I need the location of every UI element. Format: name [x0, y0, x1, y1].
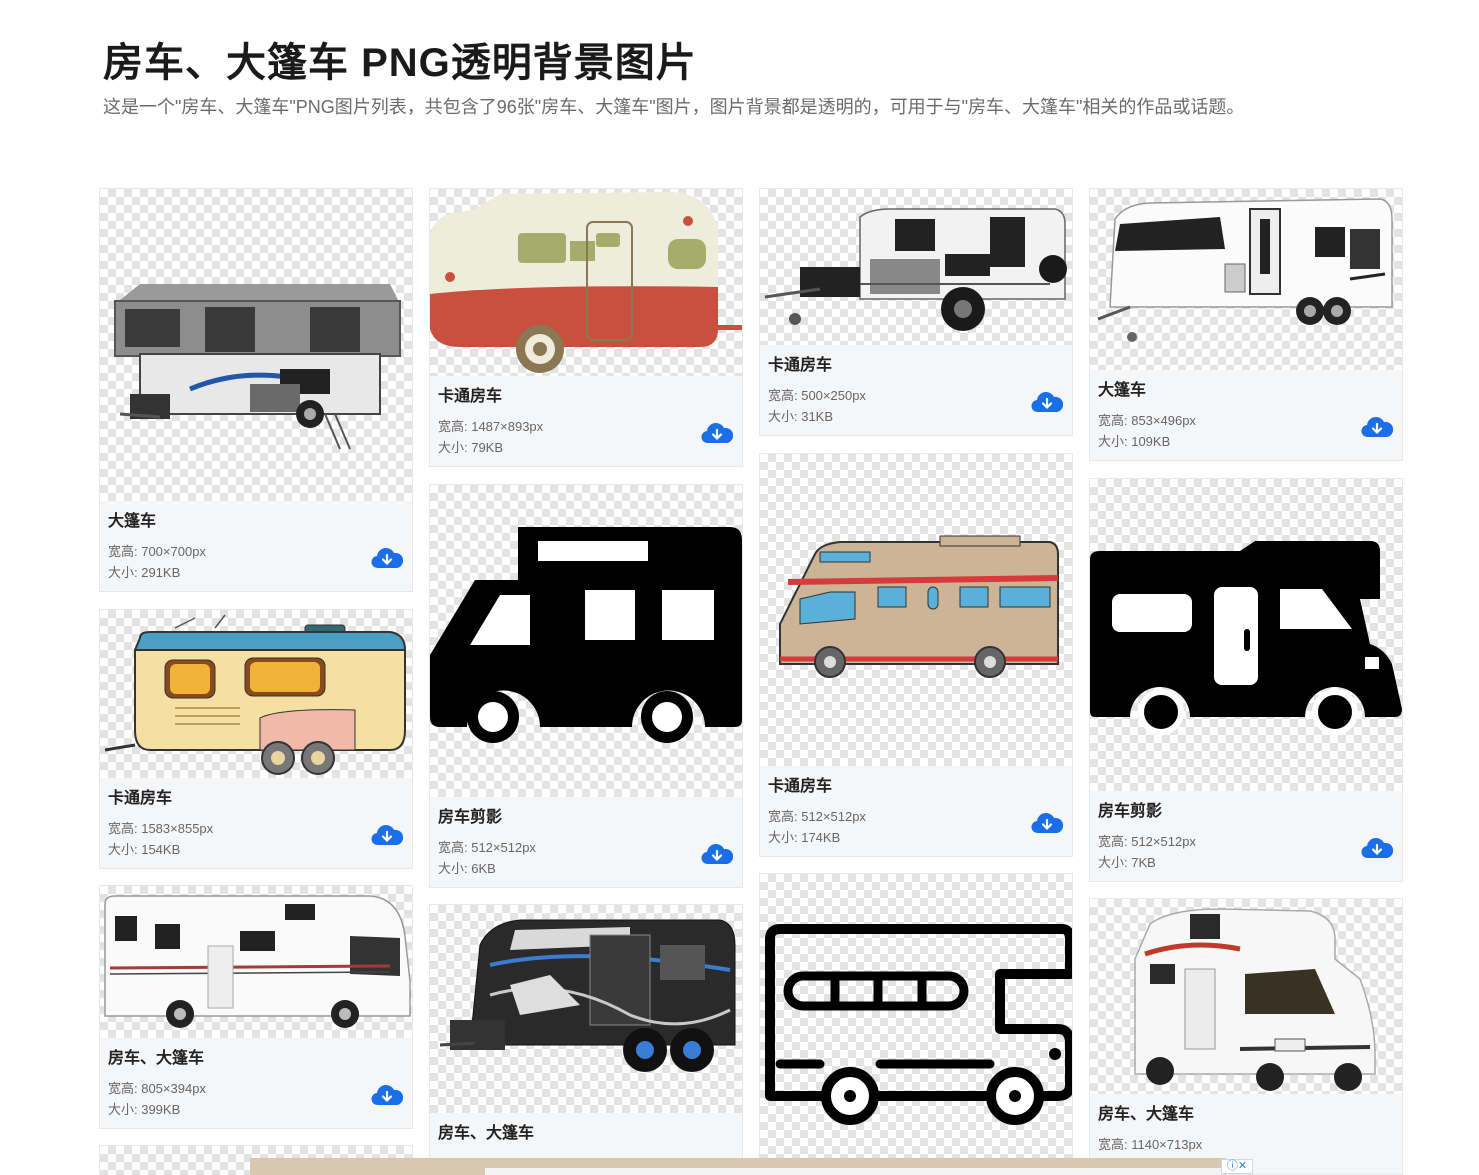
card-info: 大篷车 宽高: 700×700px 大小: 291KB [100, 501, 412, 591]
file-size: 大小: 109KB [1098, 434, 1171, 449]
image-dimensions: 宽高: 700×700px [108, 544, 206, 559]
offroad-trailer-photo-icon[interactable] [760, 189, 1072, 345]
download-icon[interactable] [1361, 837, 1393, 859]
file-size: 大小: 31KB [768, 409, 834, 424]
card-title[interactable]: 卡通房车 [768, 776, 1064, 798]
image-card[interactable]: 房车、大篷车 宽高: 1140×713px [1089, 898, 1403, 1175]
card-info: 卡通房车 宽高: 1487×893px 大小: 79KB [430, 376, 742, 466]
download-icon[interactable] [701, 422, 733, 444]
image-dimensions: 宽高: 512×512px [1098, 834, 1196, 849]
card-title[interactable]: 卡通房车 [108, 788, 404, 810]
card-title[interactable]: 房车、大篷车 [438, 1123, 734, 1145]
image-card[interactable]: 大篷车 宽高: 853×496px 大小: 109KB [1089, 188, 1403, 461]
card-title[interactable]: 大篷车 [108, 511, 404, 533]
card-info: 卡通房车 宽高: 1583×855px 大小: 154KB [100, 778, 412, 868]
cartoon-motorhome-icon[interactable] [760, 454, 1072, 766]
download-icon[interactable] [701, 843, 733, 865]
file-size: 大小: 291KB [108, 565, 181, 580]
file-size: 大小: 79KB [438, 440, 504, 455]
download-icon[interactable] [371, 1084, 403, 1106]
image-card[interactable] [759, 873, 1073, 1175]
retro-trailer-icon[interactable] [430, 189, 742, 376]
image-card[interactable]: 卡通房车 宽高: 500×250px 大小: 31KB [759, 188, 1073, 436]
image-card[interactable]: 卡通房车 宽高: 1583×855px 大小: 154KB [99, 609, 413, 869]
download-icon[interactable] [371, 824, 403, 846]
image-dimensions: 宽高: 500×250px [768, 388, 866, 403]
card-info: 房车剪影 宽高: 512×512px 大小: 7KB [1090, 791, 1402, 881]
download-icon[interactable] [1361, 416, 1393, 438]
page-description: 这是一个"房车、大篷车"PNG图片列表，共包含了96张"房车、大篷车"图片，图片… [103, 97, 1245, 117]
ad-close-button[interactable]: ⓘ✕ [1221, 1159, 1253, 1174]
caravan-photo-icon[interactable] [1090, 189, 1402, 370]
image-grid: 大篷车 宽高: 700×700px 大小: 291KB 卡通房车 宽高: 158… [99, 188, 1404, 1175]
image-card[interactable]: 大篷车 宽高: 700×700px 大小: 291KB [99, 188, 413, 592]
cartoon-trailer-icon[interactable] [100, 610, 412, 778]
image-card[interactable]: 卡通房车 宽高: 512×512px 大小: 174KB [759, 453, 1073, 857]
ad-banner-bar [485, 1168, 1225, 1175]
image-dimensions: 宽高: 805×394px [108, 1081, 206, 1096]
image-card[interactable]: 房车、大篷车 宽高: 805×394px 大小: 399KB [99, 885, 413, 1129]
image-dimensions: 宽高: 1140×713px [1098, 1137, 1203, 1152]
motorhome-photo-2-icon[interactable] [1090, 899, 1402, 1094]
card-info: 卡通房车 宽高: 512×512px 大小: 174KB [760, 766, 1072, 856]
download-icon[interactable] [371, 547, 403, 569]
card-title[interactable]: 房车剪影 [1098, 801, 1394, 823]
file-size: 大小: 7KB [1098, 855, 1156, 870]
image-card[interactable]: 房车剪影 宽高: 512×512px 大小: 7KB [1089, 478, 1403, 882]
offroad-caravan-photo-icon[interactable] [430, 905, 742, 1113]
image-card[interactable]: 卡通房车 宽高: 1487×893px 大小: 79KB [429, 188, 743, 467]
card-info: 房车剪影 宽高: 512×512px 大小: 6KB [430, 797, 742, 887]
image-card[interactable]: 房车剪影 宽高: 512×512px 大小: 6KB [429, 484, 743, 888]
file-size: 大小: 6KB [438, 861, 496, 876]
image-dimensions: 宽高: 512×512px [438, 840, 536, 855]
popup-camper-photo-icon[interactable] [100, 189, 412, 501]
image-dimensions: 宽高: 1487×893px [438, 419, 544, 434]
card-info: 卡通房车 宽高: 500×250px 大小: 31KB [760, 345, 1072, 435]
file-size: 大小: 174KB [768, 830, 841, 845]
ad-banner[interactable] [250, 1158, 1226, 1175]
image-card[interactable]: 房车、大篷车 [429, 904, 743, 1175]
card-title[interactable]: 卡通房车 [438, 386, 734, 408]
card-title[interactable]: 房车、大篷车 [1098, 1104, 1394, 1126]
card-title[interactable]: 卡通房车 [768, 355, 1064, 377]
card-info: 房车、大篷车 宽高: 805×394px 大小: 399KB [100, 1038, 412, 1128]
rv-silhouette-icon[interactable] [430, 485, 742, 797]
file-size: 大小: 399KB [108, 1102, 181, 1117]
card-title[interactable]: 房车剪影 [438, 807, 734, 829]
card-title[interactable]: 大篷车 [1098, 380, 1394, 402]
card-title[interactable]: 房车、大篷车 [108, 1048, 404, 1070]
download-icon[interactable] [1031, 812, 1063, 834]
file-size: 大小: 154KB [108, 842, 181, 857]
bus-outline-icon[interactable] [760, 874, 1072, 1174]
page-title: 房车、大篷车 PNG透明背景图片 [103, 41, 697, 85]
motorhome-silhouette-icon[interactable] [1090, 479, 1402, 791]
image-dimensions: 宽高: 853×496px [1098, 413, 1196, 428]
image-dimensions: 宽高: 1583×855px [108, 821, 214, 836]
card-info: 大篷车 宽高: 853×496px 大小: 109KB [1090, 370, 1402, 460]
motorhome-photo-icon[interactable] [100, 886, 412, 1038]
image-dimensions: 宽高: 512×512px [768, 809, 866, 824]
download-icon[interactable] [1031, 391, 1063, 413]
